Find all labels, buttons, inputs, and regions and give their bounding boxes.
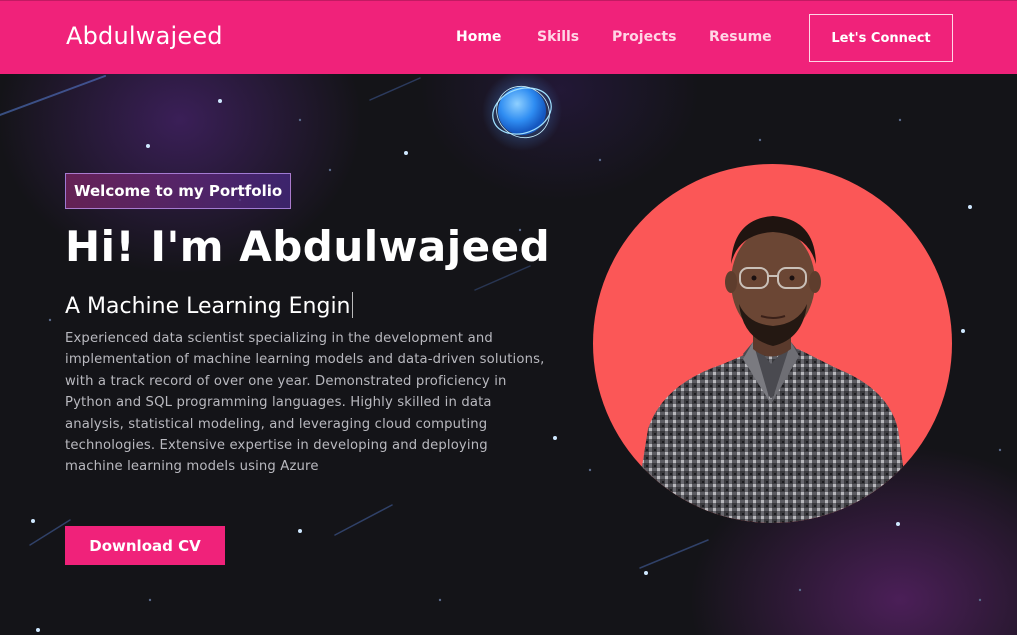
typing-caret [351, 292, 353, 318]
lets-connect-button[interactable]: Let's Connect [809, 14, 953, 62]
nav-link-home[interactable]: Home [456, 29, 501, 45]
glowing-globe-icon [482, 74, 562, 151]
hero-title: Hi! I'm Abdulwajeed [65, 222, 551, 271]
profile-photo [633, 216, 911, 523]
nav-link-skills[interactable]: Skills [537, 29, 579, 45]
welcome-badge: Welcome to my Portfolio [65, 173, 292, 209]
download-cv-button[interactable]: Download CV [65, 526, 225, 565]
nav-link-resume[interactable]: Resume [709, 29, 772, 45]
profile-image-frame [593, 164, 952, 523]
navbar: Abdulwajeed Home Skills Projects Resume … [0, 0, 1017, 74]
nav-link-projects[interactable]: Projects [612, 29, 676, 45]
hero-description: Experienced data scientist specializing … [65, 331, 545, 475]
typed-role-text: A Machine Learning Engin [65, 294, 351, 319]
hero-subtitle: A Machine Learning Engin [65, 292, 353, 319]
portfolio-page: Abdulwajeed Home Skills Projects Resume … [0, 0, 1017, 635]
